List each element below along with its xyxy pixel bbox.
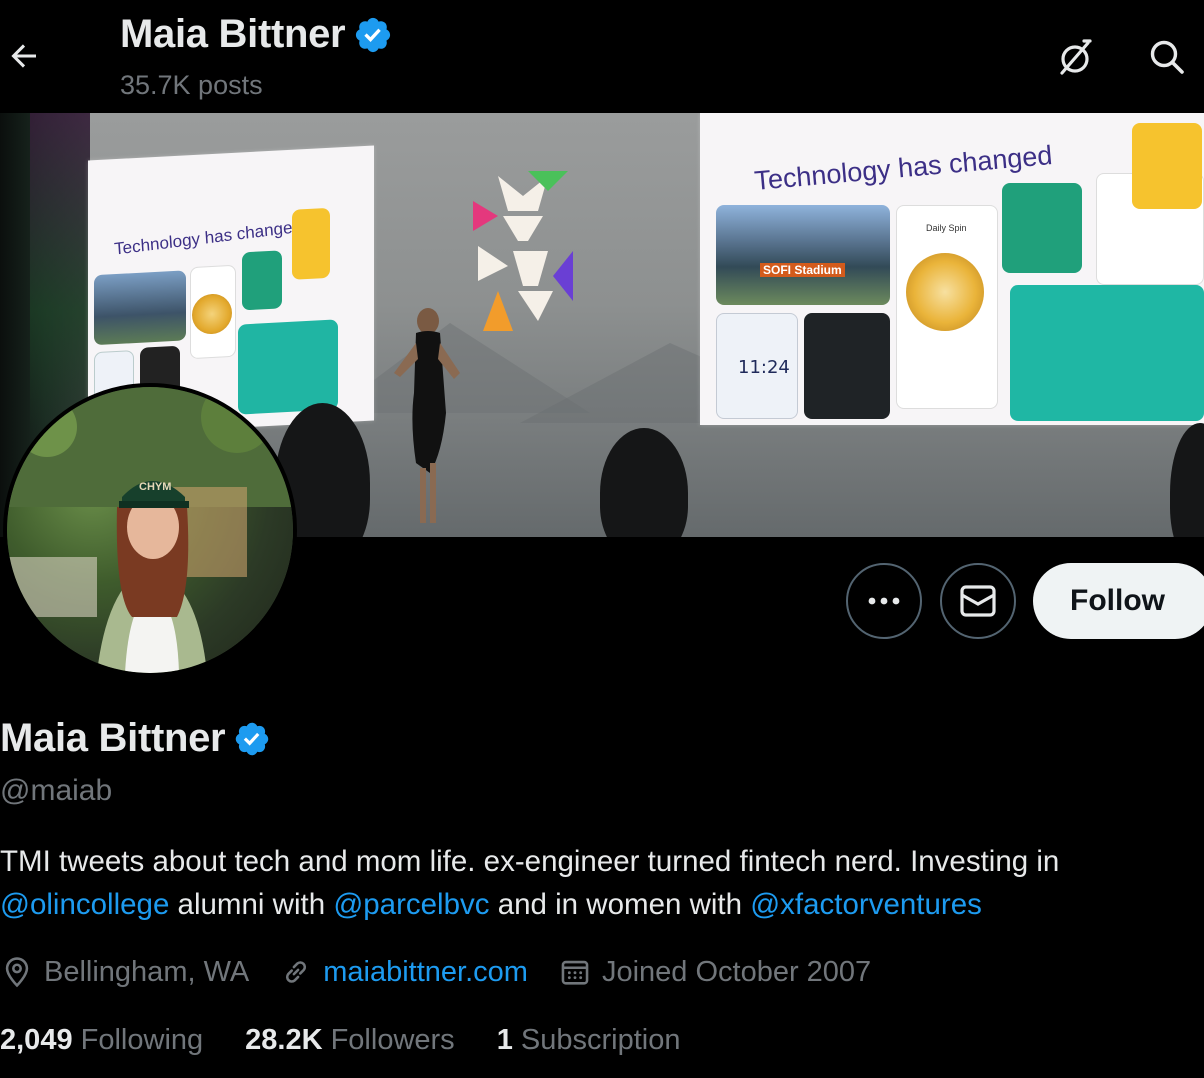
verified-badge-icon <box>356 17 391 52</box>
profile-meta: Bellingham, WA maiabittner.com Joined Oc… <box>0 950 901 994</box>
subscription-stat[interactable]: 1 Subscription <box>497 1024 681 1057</box>
following-stat[interactable]: 2,049 Following <box>0 1024 203 1057</box>
profile-display-name: Maia Bittner <box>0 716 226 760</box>
message-button[interactable] <box>940 563 1016 639</box>
more-options-button[interactable] <box>846 563 922 639</box>
slide-tile-green <box>242 250 282 311</box>
subscription-label: Subscription <box>520 1023 681 1056</box>
more-icon <box>868 597 900 605</box>
slide-tile-card <box>292 207 330 280</box>
profile-handle: @maiab <box>0 774 113 807</box>
top-bar: Maia Bittner 35.7K posts <box>0 0 1204 113</box>
back-button[interactable] <box>2 34 46 78</box>
bio-text: TMI tweets about tech and mom life. ex-e… <box>0 845 1060 878</box>
back-arrow-icon <box>11 44 36 68</box>
calendar-icon <box>561 960 589 985</box>
audience-head <box>1170 423 1204 537</box>
no-signal-icon <box>1060 39 1092 75</box>
mail-icon <box>960 585 996 617</box>
search-icon <box>1150 40 1184 74</box>
audience-head <box>600 428 688 537</box>
conference-logo-icon <box>473 171 573 331</box>
followers-count: 28.2K <box>245 1023 323 1056</box>
slide-tile-illustration <box>1010 285 1204 421</box>
bio-mention-xfactorventures[interactable]: @xfactorventures <box>750 888 982 921</box>
followers-stat[interactable]: 28.2K Followers <box>245 1024 455 1057</box>
website-link[interactable]: maiabittner.com <box>323 956 528 989</box>
search-button[interactable] <box>1144 34 1190 80</box>
bio-mention-parcelbvc[interactable]: @parcelbvc <box>333 888 489 921</box>
post-count: 35.7K posts <box>120 70 263 100</box>
following-label: Following <box>80 1023 204 1056</box>
location-icon <box>5 957 29 988</box>
verified-badge-icon[interactable] <box>233 720 271 758</box>
location-item: Bellingham, WA <box>0 955 249 989</box>
profile-avatar[interactable]: CHYM <box>3 383 297 677</box>
banner-slide-right: Technology has changed SOFI Stadium Dail… <box>700 113 1204 425</box>
phone-time: 11:24 <box>738 357 790 378</box>
header-title: Maia Bittner <box>120 12 393 57</box>
website-item: maiabittner.com <box>279 955 528 989</box>
profile-name-row: Maia Bittner <box>0 716 271 761</box>
presenter-figure <box>394 308 460 523</box>
slide-tile-dark <box>804 313 890 419</box>
subscription-count: 1 <box>496 1023 513 1056</box>
bio-text: alumni with <box>169 888 334 921</box>
slide-tile-stadium <box>94 270 186 346</box>
follow-button[interactable]: Follow <box>1033 563 1204 639</box>
link-icon <box>286 961 307 983</box>
slide-tile-stadium <box>716 205 890 305</box>
joined-item: Joined October 2007 <box>558 955 871 989</box>
bio-text: and in women with <box>489 888 751 921</box>
bio-mention-olincollege[interactable]: @olincollege <box>0 888 169 921</box>
location-text: Bellingham, WA <box>44 955 250 988</box>
slide-tile-card <box>1132 123 1202 209</box>
stadium-label: SOFI Stadium <box>760 263 845 277</box>
followers-label: Followers <box>330 1023 455 1056</box>
slide-tile-green <box>1002 183 1082 273</box>
avatar-hat-text: CHYM <box>139 481 172 493</box>
daily-spin-label: Daily Spin <box>926 223 967 233</box>
joined-text: Joined October 2007 <box>601 955 872 988</box>
profile-bio: TMI tweets about tech and mom life. ex-e… <box>0 840 1204 926</box>
avatar-photo: CHYM <box>7 387 293 673</box>
avatar-portrait <box>7 387 293 673</box>
slide-tile-wheel <box>906 253 984 331</box>
profile-stats: 2,049 Following 28.2K Followers 1 Subscr… <box>0 1018 722 1062</box>
no-signal-button[interactable] <box>1052 34 1098 80</box>
header-name: Maia Bittner <box>120 12 346 56</box>
following-count: 2,049 <box>0 1023 73 1056</box>
